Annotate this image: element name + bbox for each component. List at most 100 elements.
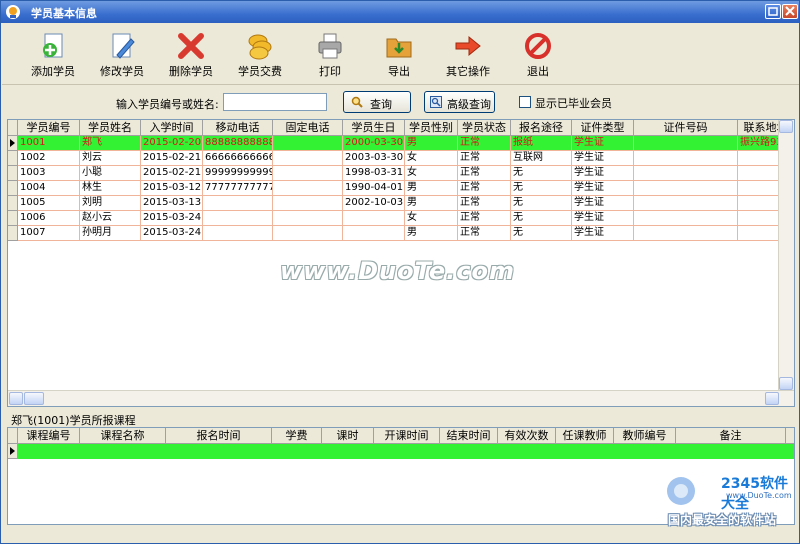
table-cell[interactable]: 2003-03-30 — [343, 151, 405, 166]
table-cell[interactable]: 学生证 — [572, 151, 634, 166]
table-cell[interactable]: 小聪 — [80, 166, 141, 181]
column-header[interactable]: 报名时间 — [166, 428, 272, 444]
column-header[interactable]: 结束时间 — [440, 428, 498, 444]
table-cell[interactable]: 无 — [511, 181, 572, 196]
column-header[interactable]: 学员生日 — [343, 120, 405, 136]
scroll-right-arrow[interactable] — [765, 392, 779, 405]
table-cell[interactable]: 男 — [405, 181, 458, 196]
column-header[interactable]: 学员性别 — [405, 120, 458, 136]
show-graduated-checkbox[interactable] — [519, 96, 531, 108]
add-student-button[interactable]: 添加学员 — [21, 27, 85, 81]
table-cell[interactable] — [343, 211, 405, 226]
column-header[interactable]: 学费 — [272, 428, 322, 444]
table-cell[interactable] — [203, 211, 273, 226]
table-cell[interactable]: 2015-02-21 — [141, 166, 203, 181]
table-cell[interactable]: 学生证 — [572, 226, 634, 241]
table-cell[interactable]: 2000-03-30 — [343, 136, 405, 151]
table-cell[interactable]: 无 — [511, 211, 572, 226]
table-cell[interactable] — [273, 226, 343, 241]
advanced-query-button[interactable]: 高级查询 — [424, 91, 495, 113]
table-cell[interactable]: 2015-02-20 — [141, 136, 203, 151]
table-row[interactable]: 1003 小聪 2015-02-21 99999999999 1998-03-31 女正常… — [8, 166, 794, 181]
table-cell[interactable]: 2015-02-21 — [141, 151, 203, 166]
table-cell[interactable]: 2015-03-13 — [141, 196, 203, 211]
table-cell[interactable]: 1001 — [18, 136, 80, 151]
students-vertical-scrollbar[interactable] — [778, 120, 794, 392]
scroll-thumb[interactable] — [24, 392, 44, 405]
table-cell[interactable]: 1002 — [18, 151, 80, 166]
table-cell[interactable] — [634, 181, 738, 196]
scroll-up-arrow[interactable] — [779, 120, 793, 133]
table-cell[interactable]: 郑飞 — [80, 136, 141, 151]
table-cell[interactable]: 正常 — [458, 166, 511, 181]
other-actions-button[interactable]: 其它操作 — [436, 27, 500, 81]
table-cell[interactable]: 88888888888 — [203, 136, 273, 151]
table-cell[interactable] — [273, 181, 343, 196]
column-header[interactable]: 学员状态 — [458, 120, 511, 136]
table-cell[interactable]: 无 — [511, 196, 572, 211]
table-cell[interactable]: 1004 — [18, 181, 80, 196]
table-cell[interactable]: 学生证 — [572, 136, 634, 151]
table-row[interactable]: 1007 孙明月 2015-03-24 男正常无学生证 — [8, 226, 794, 241]
table-cell[interactable]: 正常 — [458, 196, 511, 211]
table-cell[interactable] — [273, 136, 343, 151]
table-cell[interactable] — [634, 196, 738, 211]
table-cell[interactable]: 男 — [405, 226, 458, 241]
table-cell[interactable]: 无 — [511, 226, 572, 241]
export-button[interactable]: 导出 — [367, 27, 431, 81]
table-row[interactable]: 1006 赵小云 2015-03-24 女正常无学生证 — [8, 211, 794, 226]
table-cell[interactable]: 1998-03-31 — [343, 166, 405, 181]
table-cell[interactable] — [273, 166, 343, 181]
table-cell[interactable]: 66666666666 — [203, 151, 273, 166]
column-header[interactable]: 入学时间 — [141, 120, 203, 136]
table-cell[interactable]: 正常 — [458, 151, 511, 166]
column-header[interactable]: 任课教师 — [556, 428, 614, 444]
table-row[interactable] — [8, 444, 794, 459]
column-header[interactable]: 证件号码 — [634, 120, 738, 136]
edit-student-button[interactable]: 修改学员 — [90, 27, 154, 81]
table-cell[interactable]: 无 — [511, 166, 572, 181]
table-cell[interactable]: 1003 — [18, 166, 80, 181]
table-cell[interactable]: 学生证 — [572, 181, 634, 196]
table-cell[interactable] — [634, 211, 738, 226]
column-header[interactable]: 学员编号 — [18, 120, 80, 136]
table-cell[interactable] — [634, 151, 738, 166]
search-input[interactable] — [223, 93, 327, 111]
table-cell[interactable] — [273, 151, 343, 166]
table-cell[interactable] — [634, 166, 738, 181]
table-cell[interactable] — [203, 196, 273, 211]
table-row[interactable]: 1005 刘明 2015-03-13 2002-10-03 男正常无学生证 — [8, 196, 794, 211]
table-cell[interactable] — [634, 226, 738, 241]
table-cell[interactable]: 正常 — [458, 211, 511, 226]
table-row[interactable]: 1002 刘云 2015-02-21 66666666666 2003-03-30 女正常… — [8, 151, 794, 166]
column-header[interactable]: 固定电话 — [273, 120, 343, 136]
table-cell[interactable]: 互联网 — [511, 151, 572, 166]
table-cell[interactable]: 学生证 — [572, 196, 634, 211]
table-cell[interactable]: 1007 — [18, 226, 80, 241]
table-cell[interactable]: 2015-03-12 — [141, 181, 203, 196]
column-header[interactable]: 学员姓名 — [80, 120, 141, 136]
students-horizontal-scrollbar[interactable] — [8, 390, 794, 406]
column-header[interactable]: 备注 — [676, 428, 786, 444]
table-cell[interactable]: 2015-03-24 — [141, 226, 203, 241]
table-cell[interactable]: 赵小云 — [80, 211, 141, 226]
table-cell[interactable] — [273, 196, 343, 211]
table-cell[interactable]: 2015-03-24 — [141, 211, 203, 226]
column-header[interactable]: 课程名称 — [80, 428, 166, 444]
column-header[interactable]: 开课时间 — [374, 428, 440, 444]
scroll-left-arrow[interactable] — [9, 392, 23, 405]
column-header[interactable]: 移动电话 — [203, 120, 273, 136]
table-cell[interactable]: 男 — [405, 136, 458, 151]
table-cell[interactable]: 正常 — [458, 136, 511, 151]
table-cell[interactable]: 男 — [405, 196, 458, 211]
table-cell[interactable]: 女 — [405, 166, 458, 181]
student-payment-button[interactable]: 学员交费 — [228, 27, 292, 81]
exit-button[interactable]: 退出 — [506, 27, 570, 81]
table-cell[interactable]: 刘云 — [80, 151, 141, 166]
table-cell[interactable]: 女 — [405, 151, 458, 166]
column-header[interactable]: 教师编号 — [614, 428, 676, 444]
table-row[interactable]: 1004 林生 2015-03-12 77777777777 1990-04-01 男正常… — [8, 181, 794, 196]
table-cell[interactable] — [273, 211, 343, 226]
query-button[interactable]: 查询 — [343, 91, 411, 113]
table-cell[interactable] — [203, 226, 273, 241]
